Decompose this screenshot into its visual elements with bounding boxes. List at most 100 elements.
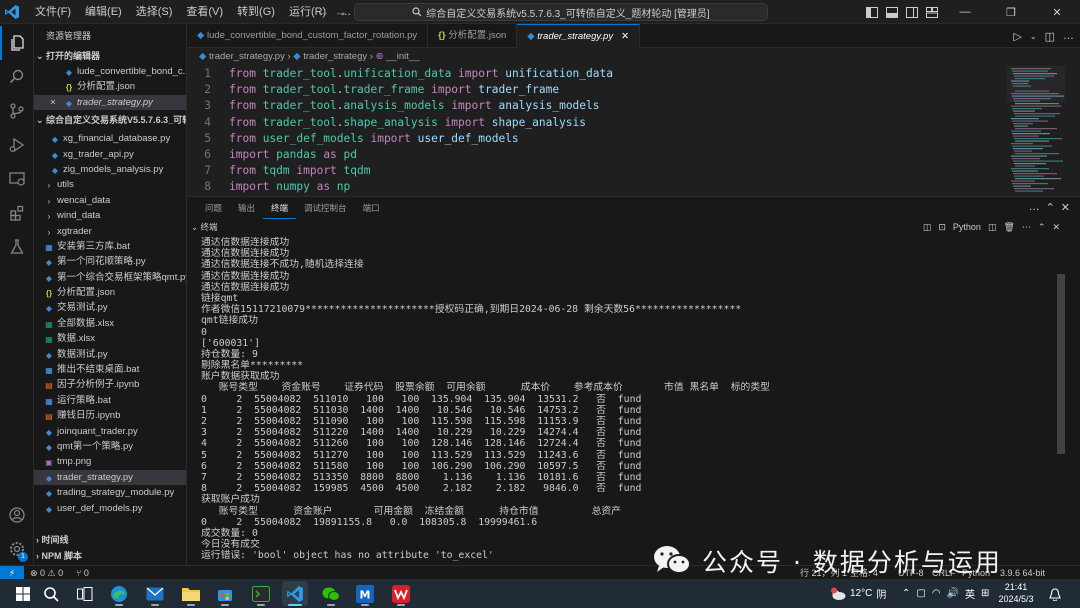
file-item[interactable]: ▣ tmp.png bbox=[34, 454, 186, 469]
folder-item[interactable]: › xgtrader bbox=[34, 224, 186, 239]
tab-analysis-config[interactable]: {} 分析配置.json bbox=[428, 24, 518, 48]
maximize-terminal-icon[interactable]: ⌃ bbox=[1038, 222, 1046, 233]
file-item[interactable]: ◆ trader_strategy.py bbox=[34, 469, 186, 486]
remote-indicator[interactable]: ⚡ bbox=[0, 566, 24, 580]
menu-selection[interactable]: 选择(S) bbox=[129, 0, 180, 24]
file-item[interactable]: ◆ trading_strategy_module.py bbox=[34, 485, 186, 500]
python-interpreter[interactable]: 3.9.6 64-bit bbox=[1000, 566, 1045, 580]
breadcrumb-method[interactable]: __init__ bbox=[386, 51, 419, 62]
file-item[interactable]: ▦ 运行策略.bat bbox=[34, 393, 186, 408]
minimize-window-icon[interactable]: — bbox=[942, 0, 988, 24]
workspace-folder-section[interactable]: ⌄ 综合自定义交易系统V5.5.7.6.3_可转... bbox=[34, 112, 186, 128]
file-item[interactable]: ◆ qmt第一个策略.py bbox=[34, 439, 186, 454]
file-item[interactable]: ◆ 交易测试.py bbox=[34, 300, 186, 315]
search-icon[interactable] bbox=[0, 60, 34, 94]
restore-window-icon[interactable]: ❐ bbox=[988, 0, 1034, 24]
customize-layout-icon[interactable] bbox=[922, 0, 942, 24]
file-item[interactable]: ◆ 第一个综合交易框架策略qmt.py bbox=[34, 270, 186, 285]
folder-item[interactable]: › utils bbox=[34, 177, 186, 192]
kill-terminal-trash-icon[interactable]: 🗑 bbox=[1003, 222, 1014, 233]
start-windows-icon[interactable] bbox=[10, 581, 36, 606]
file-item[interactable]: ◆ zig_models_analysis.py bbox=[34, 162, 186, 177]
weather-widget[interactable]: 12°C 阴 bbox=[830, 579, 886, 608]
close-window-icon[interactable]: ✕ bbox=[1034, 0, 1080, 24]
run-python-file-icon[interactable]: ▷ bbox=[1013, 30, 1021, 43]
wifi-icon[interactable]: ◠ bbox=[932, 588, 941, 599]
minimap[interactable] bbox=[1007, 66, 1080, 196]
folder-item[interactable]: › wencai_data bbox=[34, 193, 186, 208]
tab-ports[interactable]: 端口 bbox=[355, 197, 388, 219]
menu-file[interactable]: 文件(F) bbox=[28, 0, 78, 24]
close-panel-icon[interactable]: ✕ bbox=[1061, 201, 1070, 214]
volume-icon[interactable]: 🔊 bbox=[947, 588, 959, 599]
extensions-icon[interactable] bbox=[0, 196, 34, 230]
menu-go[interactable]: 转到(G) bbox=[230, 0, 282, 24]
close-editor-icon[interactable]: × bbox=[50, 95, 64, 110]
taskbar-search-icon[interactable] bbox=[38, 581, 64, 606]
back-arrow-icon[interactable]: ← bbox=[314, 4, 332, 19]
open-editor-item-active[interactable]: × ◆ trader_strategy.py bbox=[34, 94, 186, 111]
terminal-app-icon[interactable] bbox=[248, 581, 274, 606]
tab-problems[interactable]: 问题 bbox=[197, 197, 230, 219]
toggle-secondary-sidebar-icon[interactable] bbox=[902, 0, 922, 24]
wps-icon[interactable] bbox=[388, 581, 414, 606]
tab-debug-console[interactable]: 调试控制台 bbox=[296, 197, 355, 219]
file-explorer-icon[interactable] bbox=[178, 581, 204, 606]
file-item[interactable]: ◆ xg_financial_database.py bbox=[34, 131, 186, 146]
tab-trader-strategy[interactable]: ◆ trader_strategy.py ✕ bbox=[517, 24, 641, 48]
testing-flask-icon[interactable] bbox=[0, 230, 34, 264]
source-control-icon[interactable] bbox=[0, 94, 34, 128]
terminal-shell-name[interactable]: Python bbox=[953, 222, 981, 232]
file-item[interactable]: ▦ 推出不结束桌面.bat bbox=[34, 362, 186, 377]
task-view-icon[interactable] bbox=[72, 581, 98, 606]
tab-lude-convertible-bond[interactable]: ◆ lude_convertible_bond_custom_factor_ro… bbox=[187, 24, 429, 48]
remote-explorer-icon[interactable] bbox=[0, 162, 34, 196]
toggle-primary-sidebar-icon[interactable] bbox=[862, 0, 882, 24]
file-item[interactable]: {} 分析配置.json bbox=[34, 285, 186, 300]
input-method-indicator[interactable]: 英 bbox=[965, 586, 975, 601]
file-item[interactable]: ▦ 数据.xlsx bbox=[34, 331, 186, 346]
terminal-output[interactable]: 通达信数据连接成功 通达信数据连接成功 通达信数据连接不成功,随机选择连接 通达信数据… bbox=[201, 237, 1051, 565]
menu-edit[interactable]: 编辑(E) bbox=[78, 0, 129, 24]
file-item[interactable]: ◆ 第一个同花顺策略.py bbox=[34, 254, 186, 269]
manage-gear-icon[interactable]: 1 bbox=[0, 532, 34, 566]
command-center-search[interactable]: 综合自定义交易系统v5.5.7.6.3_可转债自定义_题材轮动 [管理员] bbox=[354, 3, 768, 21]
edge-browser-icon[interactable] bbox=[106, 581, 132, 606]
open-editor-item[interactable]: ◆ lude_convertible_bond_c... bbox=[34, 64, 186, 79]
breadcrumb-class[interactable]: trader_strategy bbox=[303, 51, 367, 62]
timeline-section[interactable]: › 时间线 bbox=[34, 532, 186, 548]
toggle-panel-icon[interactable] bbox=[882, 0, 902, 24]
file-item[interactable]: ▤ 因子分析例子.ipynb bbox=[34, 377, 186, 392]
file-item[interactable]: ◆ xg_trader_api.py bbox=[34, 147, 186, 162]
problems-status[interactable]: ⊗ 0 ⚠ 0 bbox=[30, 566, 63, 580]
close-terminal-icon[interactable]: ✕ bbox=[1052, 222, 1060, 233]
more-actions-icon[interactable]: … bbox=[1063, 30, 1074, 42]
file-item[interactable]: ▦ 安装第三方库.bat bbox=[34, 239, 186, 254]
run-debug-icon[interactable] bbox=[0, 128, 34, 162]
file-item[interactable]: ◆ 数据测试.py bbox=[34, 347, 186, 362]
file-item[interactable]: ◆ joinquant_trader.py bbox=[34, 424, 186, 439]
tray-overflow-chevron-icon[interactable]: ⌃ bbox=[902, 588, 910, 599]
close-tab-icon[interactable]: ✕ bbox=[621, 31, 629, 42]
split-terminal-icon[interactable]: ◫ bbox=[923, 222, 932, 233]
explorer-icon[interactable] bbox=[0, 26, 34, 60]
menu-view[interactable]: 查看(V) bbox=[179, 0, 230, 24]
wechat-taskbar-icon[interactable] bbox=[318, 581, 344, 606]
file-item[interactable]: ▤ 赚钱日历.ipynb bbox=[34, 408, 186, 423]
terminal-section-label[interactable]: ⌄ 终端 bbox=[191, 219, 218, 235]
tab-output[interactable]: 输出 bbox=[230, 197, 263, 219]
tray-app-icon[interactable]: ▢ bbox=[916, 588, 925, 599]
maximize-panel-icon[interactable]: ⌃ bbox=[1046, 201, 1055, 214]
tab-terminal[interactable]: 终端 bbox=[263, 197, 297, 219]
forward-arrow-icon[interactable]: → bbox=[332, 4, 350, 19]
split-terminal-right-icon[interactable]: ◫ bbox=[988, 222, 997, 233]
terminal-more-icon[interactable]: ⋯ bbox=[1022, 222, 1031, 233]
vscode-taskbar-icon[interactable] bbox=[282, 581, 308, 606]
code-editor[interactable]: 1 from trader_tool.unification_data impor… bbox=[187, 66, 1007, 196]
split-editor-icon[interactable]: ◫ bbox=[1045, 30, 1055, 43]
folder-item[interactable]: › wind_data bbox=[34, 208, 186, 223]
notification-bell-icon[interactable] bbox=[1046, 585, 1064, 603]
file-item[interactable]: ▦ 全部数据.xlsx bbox=[34, 316, 186, 331]
account-icon[interactable] bbox=[0, 498, 34, 532]
open-editors-section[interactable]: ⌄ 打开的编辑器 bbox=[34, 48, 186, 64]
